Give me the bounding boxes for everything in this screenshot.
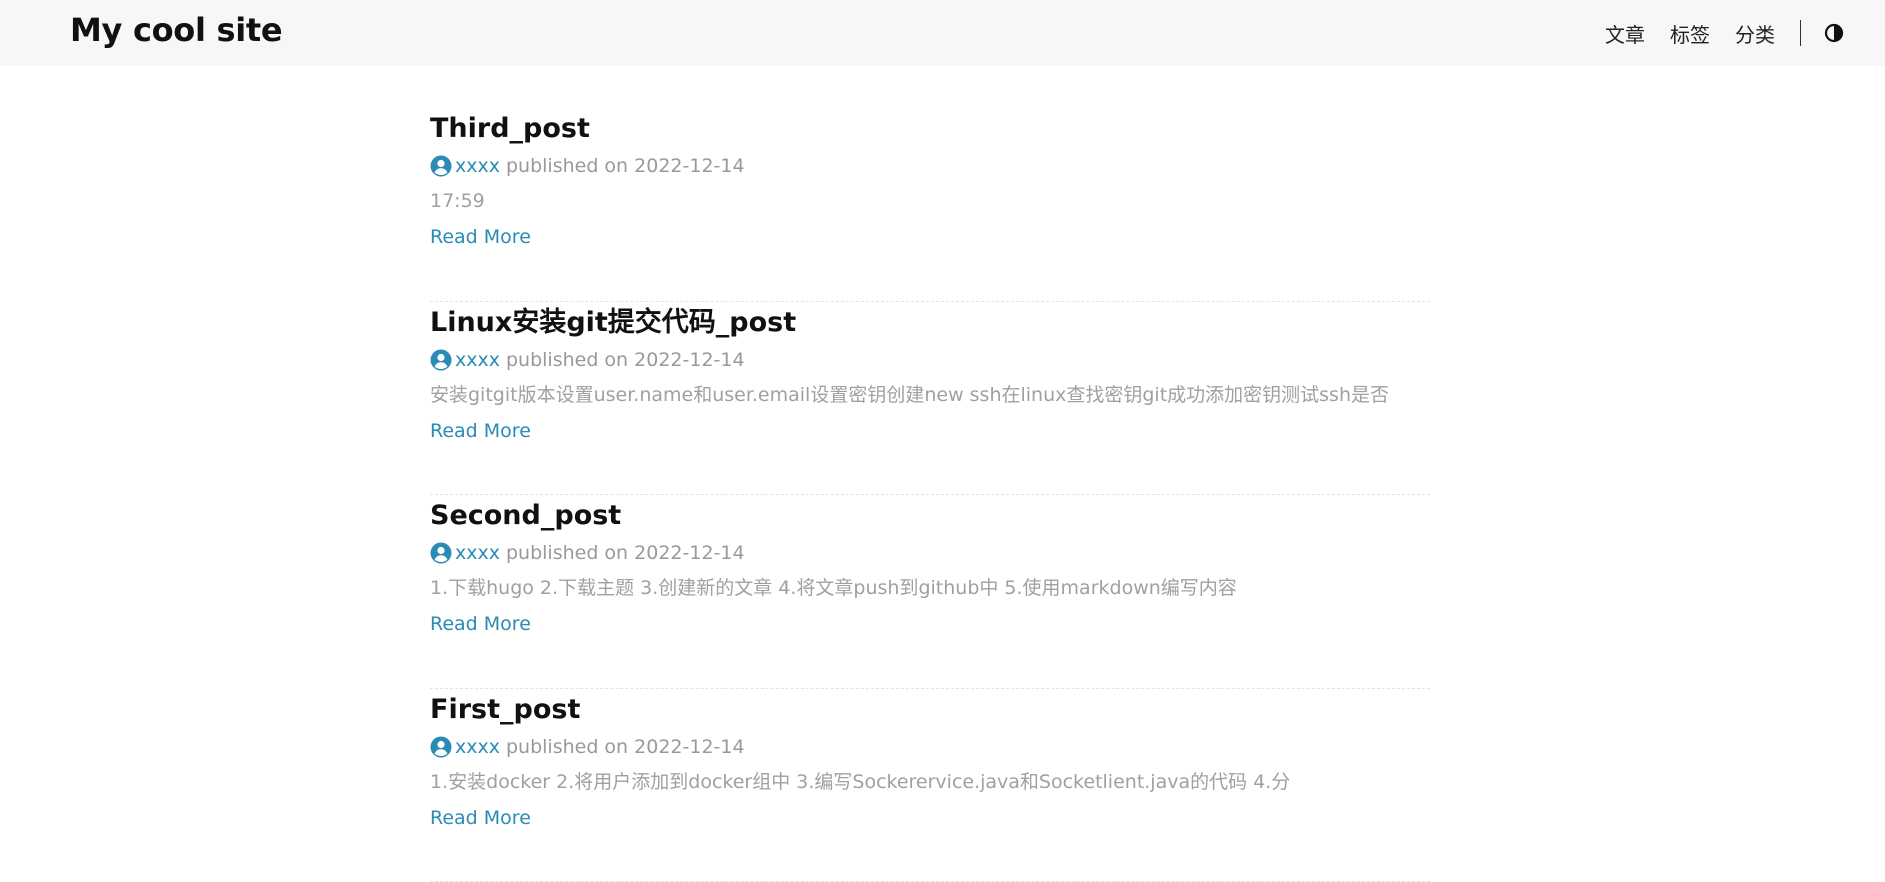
author-link[interactable]: xxxx (455, 155, 500, 177)
post-title-link[interactable]: Third_post (430, 112, 1430, 146)
author-link[interactable]: xxxx (455, 736, 500, 758)
main-nav: 文章 标签 分类 (1580, 0, 1845, 66)
user-circle-icon (430, 736, 452, 758)
post-title-link[interactable]: Linux安装git提交代码_post (430, 306, 1430, 340)
user-circle-icon (430, 349, 452, 371)
publish-date: published on 2022-12-14 (506, 349, 745, 371)
top-navbar: My cool site 文章 标签 分类 (0, 0, 1885, 66)
site-title-link[interactable]: My cool site (70, 11, 282, 49)
publish-date: published on 2022-12-14 (506, 542, 745, 564)
post-summary: 1.下载hugo 2.下载主题 3.创建新的文章 4.将文章push到githu… (430, 575, 1430, 601)
contrast-icon[interactable] (1823, 22, 1845, 44)
post-summary: 1.安装docker 2.将用户添加到docker组中 3.编写Sockerer… (430, 769, 1430, 795)
post-summary: 17:59 (430, 188, 1430, 214)
read-more-link[interactable]: Read More (430, 807, 531, 829)
read-more-link[interactable]: Read More (430, 613, 531, 635)
user-circle-icon (430, 542, 452, 564)
nav-item-categories[interactable]: 分类 (1735, 19, 1775, 48)
publish-date: published on 2022-12-14 (506, 155, 745, 177)
nav-item-articles[interactable]: 文章 (1605, 19, 1645, 48)
post-item: Second_post xxxx published on 2022-12-14… (430, 495, 1430, 689)
nav-item-tags[interactable]: 标签 (1670, 19, 1710, 48)
publish-date: published on 2022-12-14 (506, 736, 745, 758)
user-circle-icon (430, 155, 452, 177)
post-summary: 安装gitgit版本设置user.name和user.email设置密钥创建ne… (430, 382, 1430, 408)
post-item: First_post xxxx published on 2022-12-14 … (430, 689, 1430, 882)
post-title-link[interactable]: Second_post (430, 499, 1430, 533)
post-title-link[interactable]: First_post (430, 693, 1430, 727)
read-more-link[interactable]: Read More (430, 420, 531, 442)
post-item: Linux安装git提交代码_post xxxx published on 20… (430, 302, 1430, 496)
post-meta: xxxx published on 2022-12-14 (430, 734, 1430, 760)
nav-divider (1800, 20, 1801, 46)
author-link[interactable]: xxxx (455, 349, 500, 371)
post-meta: xxxx published on 2022-12-14 (430, 540, 1430, 566)
post-item: Third_post xxxx published on 2022-12-14 … (430, 108, 1430, 302)
post-meta: xxxx published on 2022-12-14 (430, 347, 1430, 373)
post-list: Third_post xxxx published on 2022-12-14 … (430, 108, 1430, 882)
post-meta: xxxx published on 2022-12-14 (430, 153, 1430, 179)
author-link[interactable]: xxxx (455, 542, 500, 564)
read-more-link[interactable]: Read More (430, 226, 531, 248)
